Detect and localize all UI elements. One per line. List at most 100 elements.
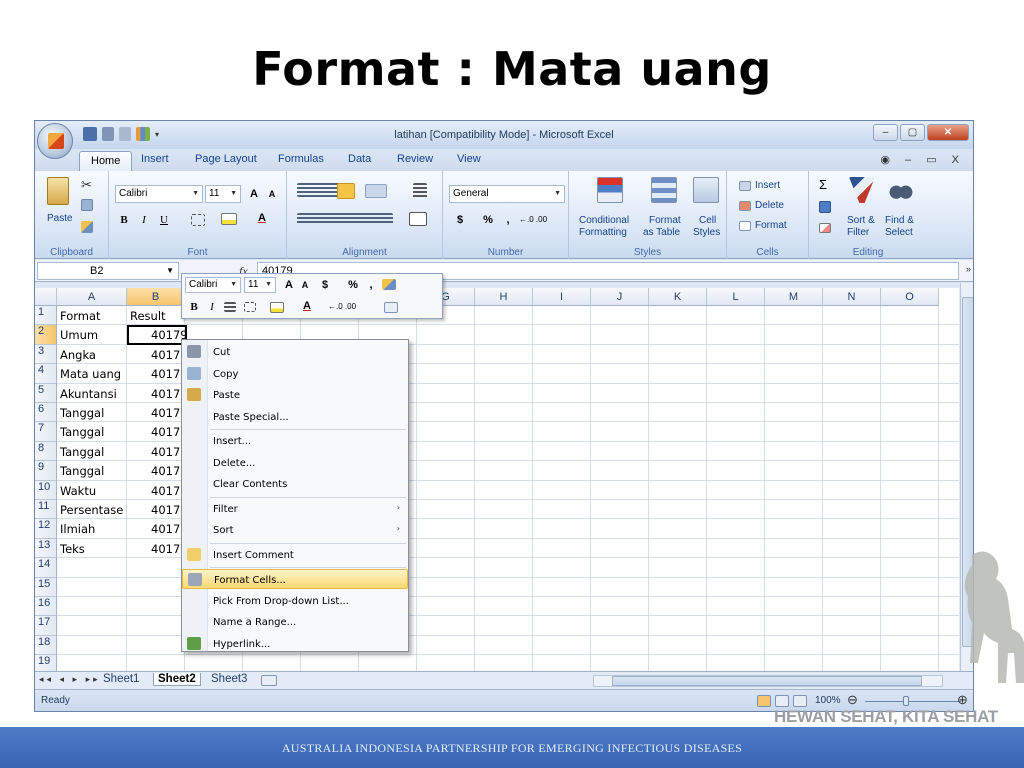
- cell-a1[interactable]: Format: [60, 309, 126, 323]
- delete-cells-button[interactable]: Delete: [755, 200, 784, 211]
- cell-a9[interactable]: Tanggal: [60, 464, 126, 478]
- menu-item-copy[interactable]: Copy: [182, 364, 408, 384]
- close-button[interactable]: ✕: [927, 124, 969, 141]
- row-header-4[interactable]: 4: [35, 364, 57, 384]
- zoom-level[interactable]: 100%: [815, 695, 841, 706]
- menu-item-hyperlink[interactable]: Hyperlink...: [182, 634, 408, 654]
- zoom-out-icon[interactable]: ⊖: [847, 692, 858, 708]
- horizontal-align-icons[interactable]: [297, 213, 393, 225]
- cell-styles-icon[interactable]: [693, 177, 719, 203]
- binoculars-icon[interactable]: [889, 179, 913, 201]
- row-header-14[interactable]: 14: [35, 558, 57, 578]
- page-layout-view-icon[interactable]: [775, 695, 789, 707]
- cell-a13[interactable]: Teks: [60, 542, 126, 556]
- worksheet-grid[interactable]: ABCDEFGHIJKLMNO 123456789101112131415161…: [35, 288, 959, 671]
- underline-button[interactable]: U: [155, 211, 173, 228]
- cell-a12[interactable]: Ilmiah: [60, 522, 126, 536]
- mini-percent-button[interactable]: %: [344, 276, 362, 293]
- tab-data[interactable]: Data: [348, 153, 371, 165]
- column-header-h[interactable]: H: [475, 288, 533, 306]
- row-header-18[interactable]: 18: [35, 635, 57, 656]
- menu-item-delete[interactable]: Delete...: [182, 453, 408, 473]
- mini-center-icon[interactable]: [224, 302, 236, 312]
- row-header-13[interactable]: 13: [35, 538, 57, 559]
- sheet-tab-sheet3[interactable]: Sheet3: [211, 673, 247, 685]
- cell-a4[interactable]: Mata uang: [60, 367, 126, 381]
- mini-bold-button[interactable]: B: [185, 298, 203, 315]
- office-button[interactable]: [37, 123, 73, 159]
- sheet-tab-sheet1[interactable]: Sheet1: [103, 673, 139, 685]
- cell-a2[interactable]: Umum: [60, 328, 126, 342]
- format-as-table-icon[interactable]: [651, 177, 677, 203]
- row-header-17[interactable]: 17: [35, 616, 57, 636]
- font-color-button[interactable]: A: [253, 209, 271, 226]
- tab-home[interactable]: Home: [79, 151, 133, 171]
- mini-comma-button[interactable]: ,: [362, 276, 380, 293]
- column-header-o[interactable]: O: [881, 288, 939, 306]
- mini-merge-icon[interactable]: [384, 302, 398, 313]
- font-name-combo[interactable]: Calibri ▼: [115, 185, 203, 203]
- menu-item-cut[interactable]: Cut: [182, 342, 408, 362]
- sort-filter-icon[interactable]: [849, 177, 875, 203]
- menu-item-paste[interactable]: Paste: [182, 385, 408, 405]
- row-header-6[interactable]: 6: [35, 403, 57, 423]
- mini-font-color-button[interactable]: A: [298, 297, 316, 314]
- fill-icon[interactable]: [819, 201, 831, 213]
- tab-formulas[interactable]: Formulas: [278, 153, 324, 165]
- copy-icon[interactable]: [81, 199, 93, 211]
- menu-item-insert-comment[interactable]: Insert Comment: [182, 545, 408, 565]
- cut-icon[interactable]: ✂: [81, 177, 92, 193]
- row-header-9[interactable]: 9: [35, 461, 57, 481]
- find-select-button[interactable]: Find &: [885, 215, 914, 226]
- row-header-10[interactable]: 10: [35, 480, 57, 500]
- row-header-15[interactable]: 15: [35, 577, 57, 597]
- column-header-a[interactable]: A: [57, 288, 127, 306]
- maximize-button[interactable]: ▢: [900, 124, 925, 141]
- mini-borders-icon[interactable]: [244, 302, 256, 312]
- row-header-11[interactable]: 11: [35, 500, 57, 520]
- format-as-table-button[interactable]: Format: [649, 215, 681, 226]
- normal-view-icon[interactable]: [757, 695, 771, 707]
- insert-cells-button[interactable]: Insert: [755, 180, 780, 191]
- paste-icon[interactable]: [47, 177, 69, 205]
- menu-item-sort[interactable]: Sort ›: [182, 520, 408, 540]
- mini-format-painter-icon[interactable]: [382, 279, 396, 290]
- cell-a7[interactable]: Tanggal: [60, 425, 126, 439]
- row-header-3[interactable]: 3: [35, 344, 57, 365]
- comma-button[interactable]: ,: [499, 211, 517, 228]
- menu-item-name-a-range[interactable]: Name a Range...: [182, 612, 408, 632]
- format-as-table-button-line2[interactable]: as Table: [643, 227, 680, 238]
- shrink-font-button[interactable]: A: [263, 185, 281, 202]
- wrap-text-icon[interactable]: [413, 183, 427, 199]
- column-header-n[interactable]: N: [823, 288, 881, 306]
- zoom-slider-thumb[interactable]: [903, 696, 909, 706]
- row-header-16[interactable]: 16: [35, 597, 57, 617]
- menu-item-insert[interactable]: Insert...: [182, 431, 408, 451]
- horizontal-scrollbar[interactable]: [593, 675, 943, 687]
- row-header-19[interactable]: 19: [35, 655, 57, 671]
- mini-font-size[interactable]: 11 ▼: [244, 277, 276, 293]
- tab-page-layout[interactable]: Page Layout: [195, 153, 257, 165]
- borders-icon[interactable]: [191, 214, 205, 226]
- find-select-button-line2[interactable]: Select: [885, 227, 913, 238]
- menu-item-pick-from-drop-down-list[interactable]: Pick From Drop-down List...: [182, 591, 408, 611]
- cell-a10[interactable]: Waktu: [60, 484, 126, 498]
- cell-b1[interactable]: Result: [130, 309, 170, 323]
- insert-sheet-icon[interactable]: [261, 675, 277, 686]
- sheet-nav-arrows-icon[interactable]: ◂◂ ◂ ▸ ▸▸: [39, 674, 101, 685]
- column-header-j[interactable]: J: [591, 288, 649, 306]
- cell-a8[interactable]: Tanggal: [60, 445, 126, 459]
- column-header-l[interactable]: L: [707, 288, 765, 306]
- column-header-b[interactable]: B: [127, 288, 185, 306]
- middle-align-icon[interactable]: [337, 183, 355, 199]
- column-header-i[interactable]: I: [533, 288, 591, 306]
- minimize-button[interactable]: –: [873, 124, 898, 141]
- autosum-button[interactable]: Σ: [819, 177, 827, 192]
- mini-font-name[interactable]: Calibri ▼: [185, 277, 241, 293]
- format-cells-button[interactable]: Format: [755, 220, 787, 231]
- cell-styles-button[interactable]: Cell: [699, 215, 716, 226]
- row-header-12[interactable]: 12: [35, 519, 57, 539]
- cell-styles-button-line2[interactable]: Styles: [693, 227, 720, 238]
- column-header-m[interactable]: M: [765, 288, 823, 306]
- italic-button[interactable]: I: [135, 211, 153, 228]
